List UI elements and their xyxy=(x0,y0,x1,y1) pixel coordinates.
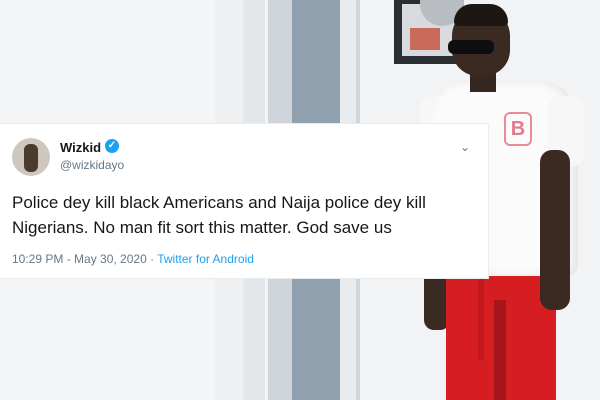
author-name[interactable]: Wizkid xyxy=(60,140,101,155)
author-avatar[interactable] xyxy=(12,138,50,176)
avatar-photo xyxy=(24,144,38,172)
chevron-down-icon[interactable]: ⌄ xyxy=(460,140,470,154)
tweet-source-link[interactable]: Twitter for Android xyxy=(157,252,254,266)
tweet-text: Police dey kill black Americans and Naij… xyxy=(12,193,426,237)
verified-badge-icon: ✓ xyxy=(105,139,119,153)
person-hair xyxy=(454,4,508,26)
person-belt-strap xyxy=(478,272,484,360)
person-right-arm xyxy=(540,150,570,310)
person-pants-fold xyxy=(494,300,506,400)
author-handle[interactable]: @wizkidayo xyxy=(60,158,124,172)
shirt-logo: B xyxy=(504,112,532,146)
tweet-card: Wizkid ✓ @wizkidayo ⌄ Police dey kill bl… xyxy=(0,124,488,278)
framed-record-art xyxy=(410,28,440,50)
tweet-timestamp[interactable]: 10:29 PM - May 30, 2020 · xyxy=(12,252,154,266)
person-sunglasses xyxy=(448,40,494,54)
tweet-meta: 10:29 PM - May 30, 2020 · Twitter for An… xyxy=(12,252,254,266)
